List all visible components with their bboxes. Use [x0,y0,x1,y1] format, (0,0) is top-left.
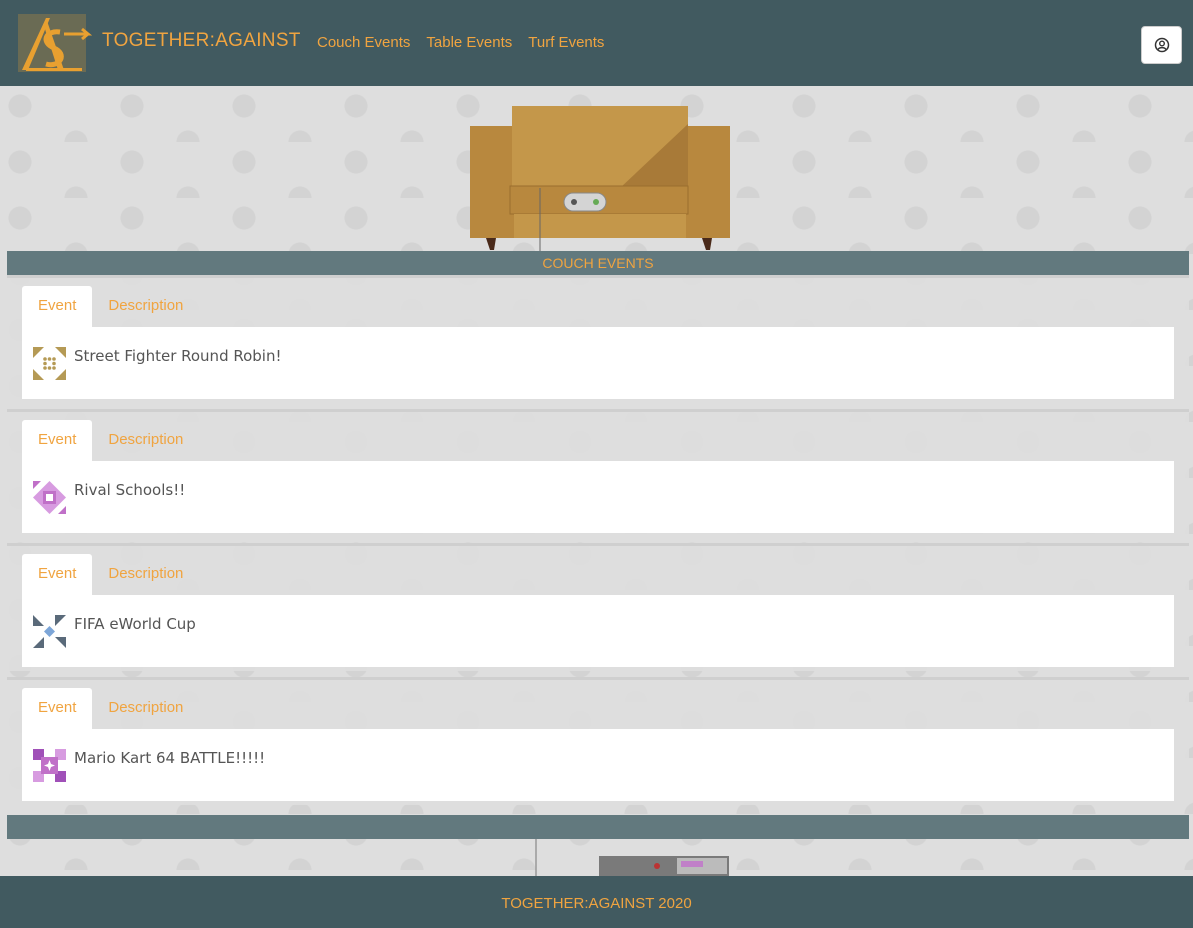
event-tabs: Event Description [22,688,199,729]
tab-description[interactable]: Description [92,688,199,729]
brand-title[interactable]: TOGETHER:AGAINST [102,30,301,52]
section-divider [7,815,1189,839]
event-tabs: Event Description [22,420,199,461]
top-navbar: TOGETHER:AGAINST Couch Events Table Even… [0,0,1193,86]
event-name[interactable]: FIFA eWorld Cup [74,615,196,633]
event-avatar [33,749,66,782]
console-illustration [535,838,729,876]
event-body: Rival Schools!! [22,461,1174,533]
tab-description[interactable]: Description [92,420,199,461]
event-body: Street Fighter Round Robin! [22,327,1174,399]
event-avatar [33,481,66,514]
main-nav: Couch Events Table Events Turf Events [317,34,604,51]
nav-table-events[interactable]: Table Events [426,34,512,51]
event-body: Mario Kart 64 BATTLE!!!!! [22,729,1174,801]
event-card: Event Description Street Fighter Round R… [7,275,1189,403]
nav-turf-events[interactable]: Turf Events [528,34,604,51]
tab-description[interactable]: Description [92,554,199,595]
event-card: Event Description Mario Kart 64 BATTLE!!… [7,677,1189,805]
section-title: COUCH EVENTS [7,251,1189,275]
account-button[interactable] [1141,26,1182,64]
footer: TOGETHER:AGAINST 2020 [0,876,1193,928]
event-avatar [33,615,66,648]
event-tabs: Event Description [22,286,199,327]
tab-description[interactable]: Description [92,286,199,327]
tab-event[interactable]: Event [22,286,93,327]
event-name[interactable]: Mario Kart 64 BATTLE!!!!! [74,749,265,767]
event-name[interactable]: Rival Schools!! [74,481,185,499]
tab-event[interactable]: Event [22,554,93,595]
nav-couch-events[interactable]: Couch Events [317,34,410,51]
brand-logo[interactable] [16,12,92,74]
user-circle-icon [1154,37,1169,53]
event-body: FIFA eWorld Cup [22,595,1174,667]
tab-event[interactable]: Event [22,688,93,729]
event-name[interactable]: Street Fighter Round Robin! [74,347,282,365]
event-tabs: Event Description [22,554,199,595]
event-avatar [33,347,66,380]
tab-event[interactable]: Event [22,420,93,461]
event-card: Event Description FIFA eWorld Cup [7,543,1189,671]
event-card: Event Description Rival Schools!! [7,409,1189,537]
couch-illustration [470,106,730,254]
